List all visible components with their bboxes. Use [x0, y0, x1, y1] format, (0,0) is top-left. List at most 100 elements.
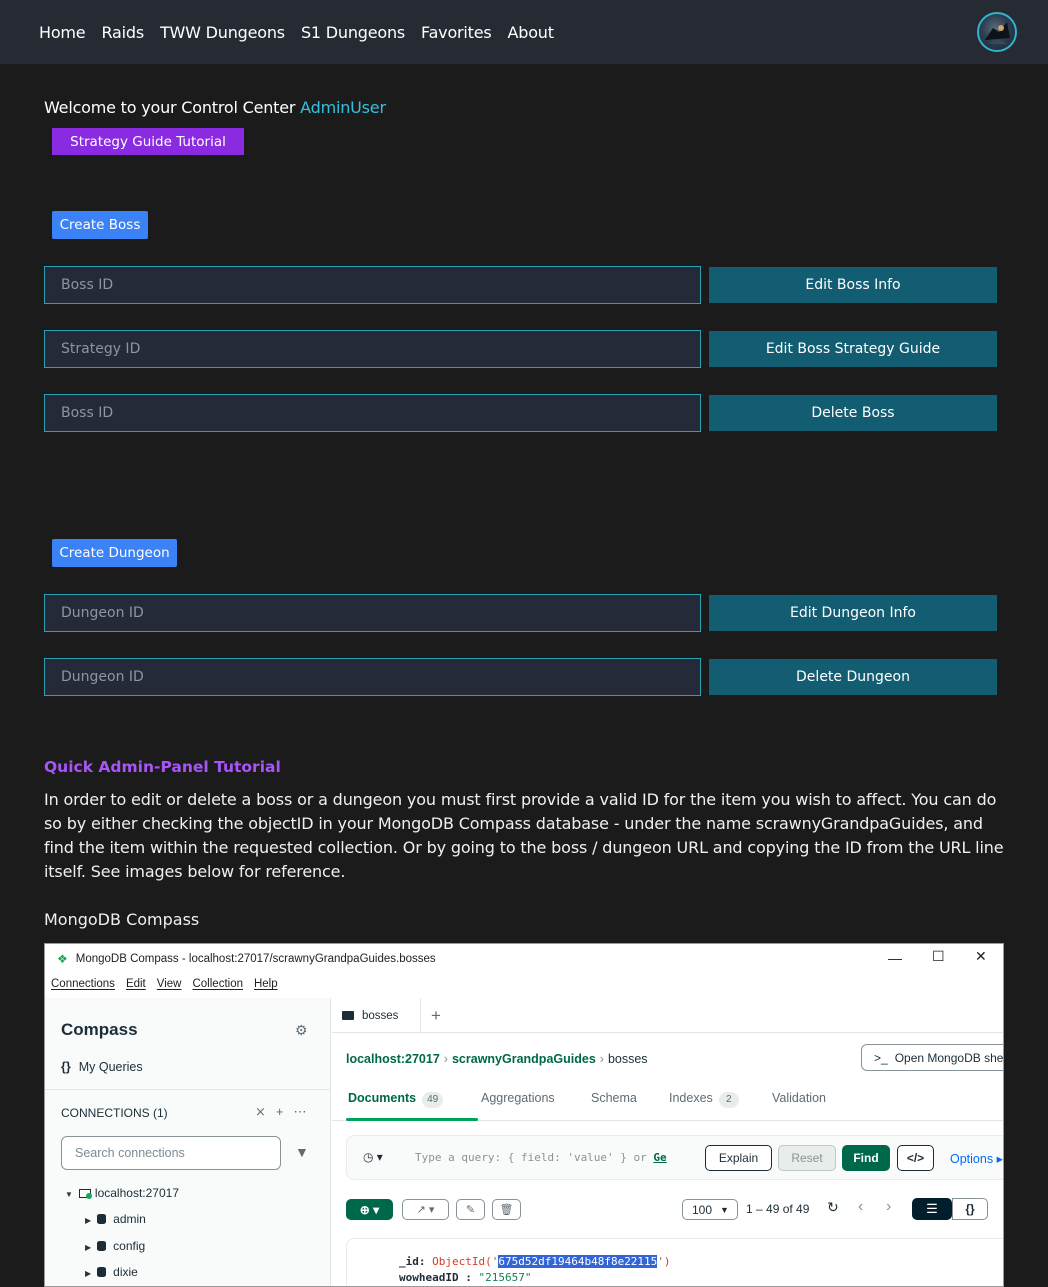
nav-tww-dungeons[interactable]: TWW Dungeons — [160, 23, 285, 42]
boss-id-input[interactable] — [44, 266, 701, 304]
edit-boss-info-button[interactable]: Edit Boss Info — [709, 267, 997, 303]
code-icon: </> — [897, 1145, 934, 1171]
connection-tools-icon: ⨯+⋯ — [255, 1104, 317, 1119]
compass-titlebar: ❖ MongoDB Compass - localhost:27017/scra… — [45, 944, 1003, 974]
subtab-validation: Validation — [772, 1091, 826, 1105]
options-link: Options ▸ — [950, 1152, 1003, 1166]
doc-wowhead-value: "215657" — [478, 1271, 532, 1284]
strategy-id-input[interactable] — [44, 330, 701, 368]
prev-page-icon: ‹ — [858, 1198, 864, 1215]
reset-button: Reset — [778, 1145, 836, 1171]
dungeon-id-input[interactable] — [44, 594, 701, 632]
add-tab-icon: + — [431, 1006, 441, 1025]
connections-count: (1) — [153, 1106, 168, 1120]
mongodb-leaf-icon: ❖ — [57, 952, 68, 966]
maximize-icon: ☐ — [932, 948, 945, 964]
tutorial-title: Quick Admin-Panel Tutorial — [44, 758, 281, 776]
database-icon — [97, 1241, 107, 1251]
tutorial-body: In order to edit or delete a boss or a d… — [44, 790, 1004, 881]
tree-db-config: ▶ config — [85, 1239, 145, 1253]
tree-db-label: config — [113, 1239, 146, 1253]
shell-icon: >_ — [874, 1050, 888, 1065]
trash-icon: 🗑 — [492, 1199, 521, 1220]
compass-menubar: Connections Edit View Collection Help — [51, 978, 278, 990]
query-input: Type a query: { field: 'value' } or Ge — [415, 1151, 667, 1164]
subtab-aggregations: Aggregations — [481, 1091, 555, 1105]
add-data-button: ⊕ ▾ — [346, 1199, 393, 1220]
search-connections-input: Search connections — [61, 1136, 281, 1170]
caret-right-icon: ▶ — [85, 1243, 92, 1252]
create-dungeon-button[interactable]: Create Dungeon — [52, 539, 177, 567]
connections-label: CONNECTIONS — [61, 1106, 150, 1120]
menu-collection: Collection — [192, 978, 243, 990]
nav-raids[interactable]: Raids — [101, 23, 144, 42]
query-link: Ge — [653, 1151, 667, 1164]
doc-wowhead-key: wowheadID : — [399, 1271, 472, 1284]
open-shell-label: Open MongoDB shell — [894, 1050, 1004, 1065]
nav-favorites[interactable]: Favorites — [421, 23, 492, 42]
menu-connections: Connections — [51, 978, 115, 990]
close-icon: ✕ — [975, 948, 987, 964]
doc-id-line: _id: ObjectId('675d52df19464b48f8e22115'… — [399, 1255, 671, 1268]
breadcrumb: localhost:27017 › scrawnyGrandpaGuides › bos… — [346, 1052, 648, 1066]
caret-down-icon: ▼ — [65, 1190, 73, 1199]
delete-boss-id-input[interactable] — [44, 394, 701, 432]
export-icon: ↗ ▾ — [402, 1199, 449, 1220]
compass-window-title: MongoDB Compass - localhost:27017/scrawn… — [75, 953, 436, 965]
doc-id-value: 675d52df19464b48f8e22115 — [498, 1255, 658, 1268]
list-view-icon: ☰ — [912, 1198, 952, 1220]
nav-home[interactable]: Home — [39, 23, 86, 42]
edit-icon: ✎ — [456, 1199, 485, 1220]
avatar[interactable] — [977, 12, 1017, 52]
doc-id-func-close: ') — [657, 1255, 671, 1268]
compass-screenshot: ❖ MongoDB Compass - localhost:27017/scra… — [44, 943, 1004, 1287]
page-size-select: 100 ▼ — [682, 1199, 738, 1220]
chevron-right-icon: › — [599, 1052, 604, 1066]
compass-main: bosses + localhost:27017 › scrawnyGrandpaG… — [332, 998, 1004, 1286]
tree-db-label: admin — [113, 1212, 146, 1226]
open-shell-button: >_ Open MongoDB shell — [861, 1044, 1004, 1071]
delete-dungeon-button[interactable]: Delete Dungeon — [709, 659, 997, 695]
explain-button: Explain — [705, 1145, 772, 1171]
doc-id-func-open: ObjectId(' — [432, 1255, 499, 1268]
edit-boss-strategy-guide-button[interactable]: Edit Boss Strategy Guide — [709, 331, 997, 367]
edit-dungeon-info-button[interactable]: Edit Dungeon Info — [709, 595, 997, 631]
indexes-count-badge: 2 — [718, 1092, 739, 1108]
chevron-right-icon: › — [443, 1052, 448, 1066]
tab-bar-line — [332, 1032, 1003, 1033]
tree-host: ▼ localhost:27017 — [65, 1186, 179, 1200]
connections-header: CONNECTIONS (1) — [61, 1106, 168, 1120]
navbar: Home Raids TWW Dungeons S1 Dungeons Favo… — [0, 0, 1048, 64]
folder-icon — [342, 1011, 354, 1020]
minimize-icon: — — [888, 950, 902, 966]
compass-app-name: Compass — [61, 1020, 138, 1039]
subtab-documents: Documents 49 — [348, 1091, 444, 1108]
welcome-user: AdminUser — [300, 98, 386, 117]
tree-host-label: localhost:27017 — [94, 1186, 179, 1200]
menu-help: Help — [253, 978, 278, 990]
mongodb-compass-label: MongoDB Compass — [44, 910, 200, 929]
delete-boss-button[interactable]: Delete Boss — [709, 395, 997, 431]
create-boss-button[interactable]: Create Boss — [52, 211, 148, 239]
query-placeholder: Type a query: { field: 'value' } or — [415, 1151, 647, 1164]
breadcrumb-database: scrawnyGrandpaGuides — [451, 1052, 596, 1066]
nav-s1-dungeons[interactable]: S1 Dungeons — [301, 23, 405, 42]
menu-view: View — [156, 978, 182, 990]
refresh-icon: ↻ — [827, 1199, 839, 1215]
query-bar: ◷ ▾ Type a query: { field: 'value' } or … — [346, 1135, 1003, 1180]
nav-about[interactable]: About — [508, 23, 555, 42]
strategy-guide-tutorial-button[interactable]: Strategy Guide Tutorial — [52, 128, 244, 155]
sidebar-divider — [45, 1089, 331, 1090]
gear-icon: ⚙ — [295, 1022, 308, 1038]
tab-bosses-label: bosses — [362, 1010, 399, 1022]
tab-bosses: bosses — [342, 1010, 398, 1022]
documents-count-badge: 49 — [422, 1092, 444, 1108]
braces-icon: {} — [61, 1060, 71, 1074]
database-icon — [97, 1214, 107, 1224]
tab-divider — [420, 998, 421, 1033]
welcome-text: Welcome to your Control Center AdminUser — [44, 98, 386, 117]
delete-dungeon-id-input[interactable] — [44, 658, 701, 696]
options-label: Options — [950, 1152, 994, 1166]
subtab-label: Documents — [348, 1091, 417, 1105]
page-size-value: 100 — [692, 1202, 713, 1217]
